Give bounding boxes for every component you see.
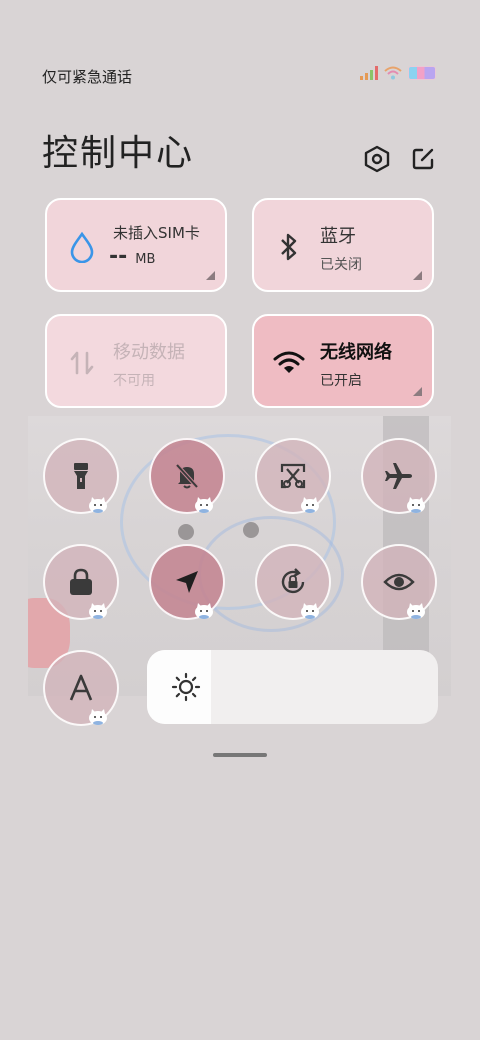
- data-usage-unit: MB: [135, 252, 156, 267]
- bluetooth-icon: [272, 230, 306, 264]
- status-bar: 仅可紧急通话: [0, 60, 480, 92]
- cat-sticker-icon: [89, 603, 107, 619]
- carrier-text: 仅可紧急通话: [42, 68, 133, 86]
- rotation-lock-icon: [281, 568, 305, 594]
- signal-icon: [360, 66, 378, 80]
- drag-handle[interactable]: [213, 753, 267, 757]
- cat-sticker-icon: [407, 603, 425, 619]
- data-arrows-icon: [65, 346, 99, 380]
- settings-button[interactable]: [362, 144, 392, 174]
- battery-icon: [408, 66, 436, 80]
- airplane-icon: [385, 463, 412, 489]
- cat-sticker-icon: [301, 603, 319, 619]
- data-usage-number: --: [109, 244, 128, 269]
- page-title: 控制中心: [42, 133, 195, 174]
- location-arrow-icon: [176, 571, 198, 593]
- flashlight-toggle[interactable]: [43, 438, 119, 514]
- eye-care-toggle[interactable]: [361, 544, 437, 620]
- screenshot-toggle[interactable]: [255, 438, 331, 514]
- bluetooth-status: 已关闭: [320, 257, 362, 273]
- wifi-icon: [384, 66, 402, 80]
- wifi-title: 无线网络: [320, 342, 392, 363]
- cat-sticker-icon: [195, 497, 213, 513]
- expand-corner-icon: [206, 271, 215, 280]
- scissors-icon: [280, 463, 306, 489]
- cat-sticker-icon: [89, 497, 107, 513]
- wallpaper-eye-right: [243, 522, 259, 538]
- mobile-data-status: 不可用: [113, 373, 155, 389]
- location-toggle[interactable]: [149, 544, 225, 620]
- data-usage-tile[interactable]: 未插入SIM卡 -- MB: [45, 198, 227, 292]
- font-toggle[interactable]: [43, 650, 119, 726]
- lock-icon: [70, 568, 92, 595]
- eye-icon: [383, 573, 415, 591]
- rotation-lock-toggle[interactable]: [255, 544, 331, 620]
- cat-sticker-icon: [407, 497, 425, 513]
- wifi-tile[interactable]: 无线网络 已开启: [252, 314, 434, 408]
- water-drop-icon: [65, 230, 99, 264]
- bluetooth-tile[interactable]: 蓝牙 已关闭: [252, 198, 434, 292]
- mobile-data-title: 移动数据: [113, 342, 185, 363]
- lock-toggle[interactable]: [43, 544, 119, 620]
- status-icons: [360, 66, 436, 80]
- sun-icon: [171, 672, 201, 702]
- airplane-toggle[interactable]: [361, 438, 437, 514]
- wifi-status: 已开启: [320, 373, 362, 389]
- settings-hexagon-icon: [364, 145, 390, 173]
- font-a-icon: [69, 674, 93, 701]
- sim-status-text: 未插入SIM卡: [113, 224, 200, 242]
- brightness-slider[interactable]: [147, 650, 438, 724]
- bell-off-icon: [175, 463, 199, 489]
- cat-sticker-icon: [301, 497, 319, 513]
- silent-toggle[interactable]: [149, 438, 225, 514]
- edit-button[interactable]: [408, 144, 438, 174]
- expand-corner-icon: [413, 387, 422, 396]
- expand-corner-icon: [413, 271, 422, 280]
- wallpaper-eye-left: [178, 524, 194, 540]
- wifi-icon: [272, 346, 306, 380]
- edit-icon: [412, 148, 434, 170]
- bluetooth-title: 蓝牙: [320, 226, 356, 247]
- cat-sticker-icon: [195, 603, 213, 619]
- mobile-data-tile[interactable]: 移动数据 不可用: [45, 314, 227, 408]
- flashlight-icon: [74, 463, 88, 489]
- cat-sticker-icon: [89, 709, 107, 725]
- data-usage-value: -- MB: [109, 244, 155, 269]
